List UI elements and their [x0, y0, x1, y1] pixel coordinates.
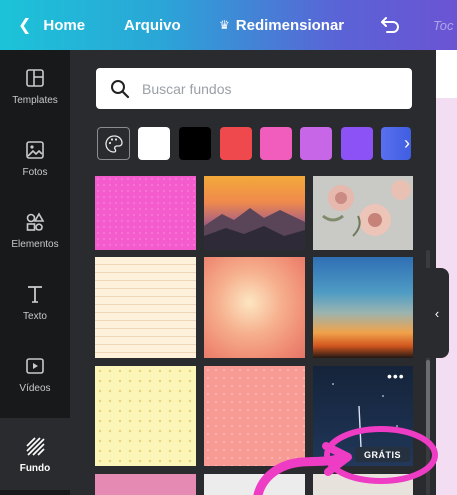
annotation-arrow	[253, 453, 345, 495]
app-window: ❮ Home Arquivo ♛ Redimensionar Toc Templ…	[0, 0, 457, 495]
annotation-overlay	[253, 426, 438, 495]
